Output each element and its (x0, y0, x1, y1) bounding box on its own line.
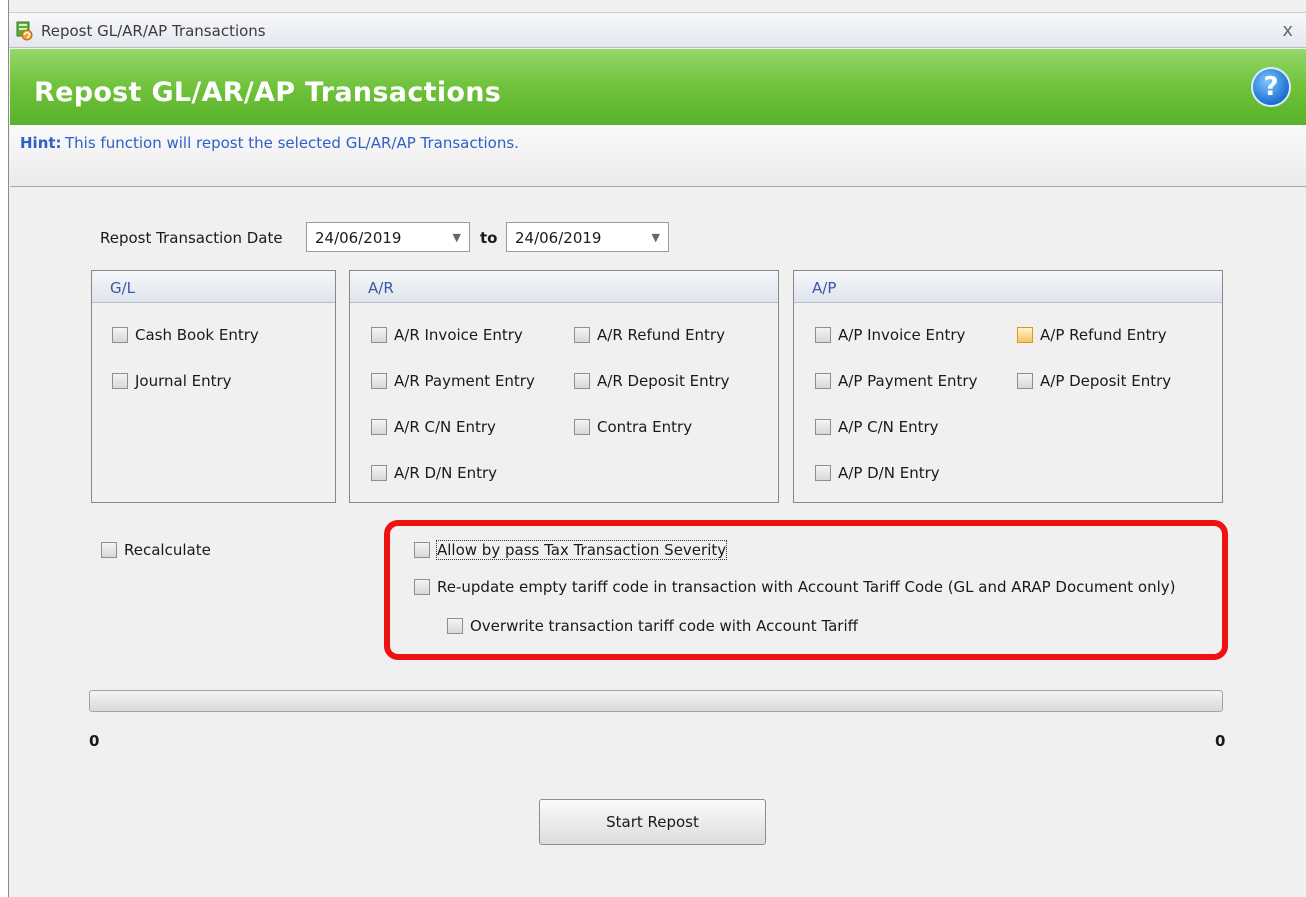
checkbox-label: A/R Deposit Entry (597, 372, 730, 390)
ap-deposit-entry-checkbox[interactable]: A/P Deposit Entry (1017, 372, 1171, 390)
ar-cn-entry-checkbox[interactable]: A/R C/N Entry (371, 418, 496, 436)
close-icon[interactable]: x (1282, 20, 1293, 41)
reupdate-tariff-checkbox[interactable]: Re-update empty tariff code in transacti… (414, 578, 1176, 596)
checkbox-box[interactable] (447, 618, 463, 634)
checkbox-box[interactable] (815, 419, 831, 435)
checkbox-label: A/P D/N Entry (838, 464, 940, 482)
checkbox-box[interactable] (371, 373, 387, 389)
checkbox-box[interactable] (371, 327, 387, 343)
checkbox-box[interactable] (414, 542, 430, 558)
repost-date-label: Repost Transaction Date (100, 229, 283, 247)
journal-entry-checkbox[interactable]: Journal Entry (112, 372, 232, 390)
checkbox-label: Re-update empty tariff code in transacti… (437, 578, 1176, 596)
title-bar: Repost GL/AR/AP Transactions x (9, 12, 1306, 48)
window-title: Repost GL/AR/AP Transactions (41, 22, 266, 40)
checkbox-box[interactable] (414, 579, 430, 595)
date-from-combo[interactable]: 24/06/2019 ▼ (306, 222, 470, 252)
checkbox-label: Journal Entry (135, 372, 232, 390)
header-banner: Repost GL/AR/AP Transactions ? (10, 49, 1306, 125)
hint-label: Hint: (20, 134, 62, 152)
chevron-down-icon[interactable]: ▼ (453, 231, 461, 244)
chevron-down-icon[interactable]: ▼ (652, 231, 660, 244)
ar-payment-entry-checkbox[interactable]: A/R Payment Entry (371, 372, 535, 390)
ar-group-header: A/R (350, 271, 778, 303)
ar-invoice-entry-checkbox[interactable]: A/R Invoice Entry (371, 326, 523, 344)
checkbox-box[interactable] (1017, 373, 1033, 389)
ar-deposit-entry-checkbox[interactable]: A/R Deposit Entry (574, 372, 730, 390)
checkbox-box[interactable] (815, 373, 831, 389)
ar-refund-entry-checkbox[interactable]: A/R Refund Entry (574, 326, 725, 344)
checkbox-box[interactable] (371, 465, 387, 481)
checkbox-label: A/P Deposit Entry (1040, 372, 1172, 390)
checkbox-box[interactable] (1017, 327, 1033, 343)
progress-max-value: 0 (1215, 732, 1226, 750)
ap-refund-entry-checkbox[interactable]: A/P Refund Entry (1017, 326, 1167, 344)
checkbox-label: A/P Payment Entry (838, 372, 978, 390)
ap-invoice-entry-checkbox[interactable]: A/P Invoice Entry (815, 326, 965, 344)
contra-entry-checkbox[interactable]: Contra Entry (574, 418, 692, 436)
checkbox-label: Cash Book Entry (135, 326, 259, 344)
overwrite-tariff-checkbox[interactable]: Overwrite transaction tariff code with A… (447, 617, 858, 635)
checkbox-label: A/P Refund Entry (1040, 326, 1167, 344)
checkbox-box[interactable] (574, 419, 590, 435)
page-title: Repost GL/AR/AP Transactions (34, 77, 502, 108)
checkbox-box[interactable] (815, 327, 831, 343)
ap-group-header: A/P (794, 271, 1222, 303)
checkbox-label: Contra Entry (597, 418, 693, 436)
checkbox-box[interactable] (815, 465, 831, 481)
ap-cn-entry-checkbox[interactable]: A/P C/N Entry (815, 418, 939, 436)
allow-bypass-tax-checkbox[interactable]: Allow by pass Tax Transaction Severity (414, 540, 728, 560)
ap-payment-entry-checkbox[interactable]: A/P Payment Entry (815, 372, 977, 390)
progress-min-value: 0 (89, 732, 100, 750)
date-to-combo[interactable]: 24/06/2019 ▼ (506, 222, 669, 252)
checkbox-label: A/R Payment Entry (394, 372, 535, 390)
checkbox-label: A/R Invoice Entry (394, 326, 523, 344)
checkbox-box[interactable] (112, 373, 128, 389)
checkbox-box[interactable] (574, 373, 590, 389)
checkbox-label: A/P Invoice Entry (838, 326, 966, 344)
checkbox-box[interactable] (371, 419, 387, 435)
date-to-value: 24/06/2019 (515, 229, 602, 247)
checkbox-box[interactable] (574, 327, 590, 343)
checkbox-label: A/R D/N Entry (394, 464, 498, 482)
to-label: to (480, 229, 498, 247)
checkbox-label: A/R Refund Entry (597, 326, 725, 344)
ar-dn-entry-checkbox[interactable]: A/R D/N Entry (371, 464, 497, 482)
repost-app-icon (16, 21, 33, 41)
checkbox-label: A/R C/N Entry (394, 418, 496, 436)
checkbox-label: Allow by pass Tax Transaction Severity (435, 540, 728, 560)
ap-dn-entry-checkbox[interactable]: A/P D/N Entry (815, 464, 940, 482)
checkbox-box[interactable] (112, 327, 128, 343)
hint-text: This function will repost the selected G… (65, 134, 519, 152)
gl-group-header: G/L (92, 271, 335, 303)
hint-bar: Hint: This function will repost the sele… (10, 125, 1306, 187)
help-icon[interactable]: ? (1251, 67, 1291, 107)
start-repost-button[interactable]: Start Repost (539, 799, 766, 845)
checkbox-label: Overwrite transaction tariff code with A… (470, 617, 858, 635)
repost-progress-bar (89, 690, 1223, 712)
checkbox-label: A/P C/N Entry (838, 418, 939, 436)
checkbox-label: Recalculate (124, 541, 211, 559)
checkbox-box[interactable] (101, 542, 117, 558)
date-from-value: 24/06/2019 (315, 229, 402, 247)
cash-book-entry-checkbox[interactable]: Cash Book Entry (112, 326, 259, 344)
recalculate-checkbox[interactable]: Recalculate (101, 541, 211, 559)
